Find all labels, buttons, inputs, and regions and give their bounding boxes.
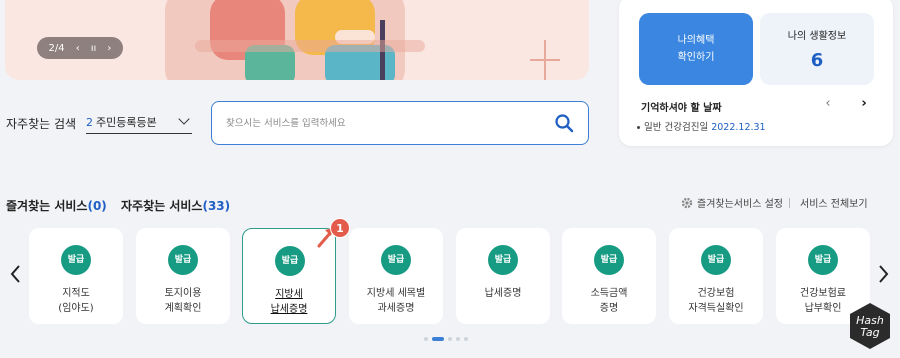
svg-text:Tag: Tag (860, 326, 879, 339)
life-info-label: 나의 생활정보 (787, 31, 847, 42)
pagination-dot[interactable] (456, 337, 460, 341)
chevron-left-icon[interactable] (9, 264, 23, 284)
select-rank: 2 (86, 115, 93, 129)
gear-icon (681, 197, 693, 208)
issue-badge: 발급 (808, 245, 838, 275)
service-name: 지방세 납세증명 (270, 289, 308, 315)
service-card[interactable]: 발급 지방세 세목별 과세증명 (349, 228, 443, 324)
chevron-left-icon[interactable]: ‹ (76, 43, 80, 54)
remember-item-label: 일반 건강검진일 (644, 122, 709, 133)
search-input[interactable] (226, 114, 536, 132)
remember-dates-title: 기억하셔야 할 날짜 (641, 103, 722, 114)
pagination-dot-active[interactable] (432, 337, 444, 341)
service-name: 토지이용 계획확인 (164, 288, 202, 314)
issue-badge: 발급 (381, 245, 411, 275)
banner-controls: 2/4 ‹ ıı › (37, 37, 123, 59)
my-info-panel: 나의혜택 확인하기 나의 생활정보 6 기억하셔야 할 날짜 ‹ › 일반 건강… (619, 0, 893, 146)
service-name: 납세증명 (484, 288, 522, 299)
pagination-dot[interactable] (464, 337, 468, 341)
chevron-right-icon[interactable]: › (857, 97, 871, 111)
issue-badge: 발급 (168, 245, 198, 275)
service-card[interactable]: 발급 납세증명 (456, 228, 550, 324)
service-name: 건강보험 자격득실확인 (688, 288, 744, 314)
issue-badge: 발급 (275, 246, 305, 276)
frequent-services-label: 자주찾는 서비스 (121, 199, 203, 213)
my-benefits-button[interactable]: 나의혜택 확인하기 (639, 13, 753, 85)
favorite-settings-label: 즐겨찾는서비스 설정 (697, 199, 783, 210)
hashtag-watermark-logo: Hash Tag (850, 303, 890, 349)
service-card[interactable]: 발급 건강보험 자격득실확인 (669, 228, 763, 324)
chevron-right-icon[interactable]: › (107, 43, 111, 54)
service-card[interactable]: 발급 소득금액 증명 (562, 228, 656, 324)
pagination-dot[interactable] (424, 337, 428, 341)
service-card[interactable]: 발급 토지이용 계획확인 (136, 228, 230, 324)
issue-badge: 발급 (488, 245, 518, 275)
frequent-search-select[interactable]: 2 주민등록등본 (86, 110, 192, 134)
frequent-services-count: (33) (202, 199, 231, 213)
favorites-label: 즐겨찾는 서비스 (6, 199, 88, 213)
issue-badge: 발급 (701, 245, 731, 275)
service-card[interactable]: 발급 지적도 (임야도) (29, 228, 123, 324)
search-icon[interactable] (554, 113, 574, 133)
favorites-count: (0) (87, 199, 107, 213)
search-box (211, 101, 589, 145)
pause-icon[interactable]: ıı (91, 43, 97, 54)
tab-frequent-services[interactable]: 자주찾는 서비스(33) (121, 197, 230, 214)
favorite-settings-link[interactable]: 즐겨찾는서비스 설정 (681, 195, 783, 210)
my-benefits-label: 나의혜택 확인하기 (677, 35, 715, 63)
carousel-pagination (424, 337, 468, 341)
pagination-dot[interactable] (448, 337, 452, 341)
issue-badge: 발급 (594, 245, 624, 275)
bullet-icon (637, 126, 640, 129)
life-info-count: 6 (810, 50, 824, 71)
all-services-link[interactable]: 서비스 전체보기 (800, 195, 868, 210)
chevron-right-icon[interactable] (876, 264, 890, 284)
select-value: 주민등록등본 (96, 115, 157, 129)
frequent-search-label: 자주찾는 검색 (6, 117, 77, 131)
service-name: 지방세 세목별 과세증명 (366, 288, 426, 314)
divider (789, 198, 790, 208)
chevron-left-icon[interactable]: ‹ (821, 97, 835, 111)
service-name: 지적도 (임야도) (58, 288, 94, 314)
tab-favorite-services[interactable]: 즐겨찾는 서비스(0) (6, 197, 107, 214)
life-info-card[interactable]: 나의 생활정보 6 (760, 13, 874, 85)
remember-date-item[interactable]: 일반 건강검진일 2022.12.31 (637, 119, 766, 133)
step-number-badge: 1 (330, 218, 350, 238)
issue-badge: 발급 (61, 245, 91, 275)
banner-page-indicator: 2/4 (48, 42, 65, 54)
chevron-down-icon (178, 113, 190, 125)
promo-banner[interactable]: 2/4 ‹ ıı › (5, 0, 589, 80)
remember-item-date: 2022.12.31 (711, 122, 766, 133)
service-name: 소득금액 증명 (590, 288, 628, 314)
